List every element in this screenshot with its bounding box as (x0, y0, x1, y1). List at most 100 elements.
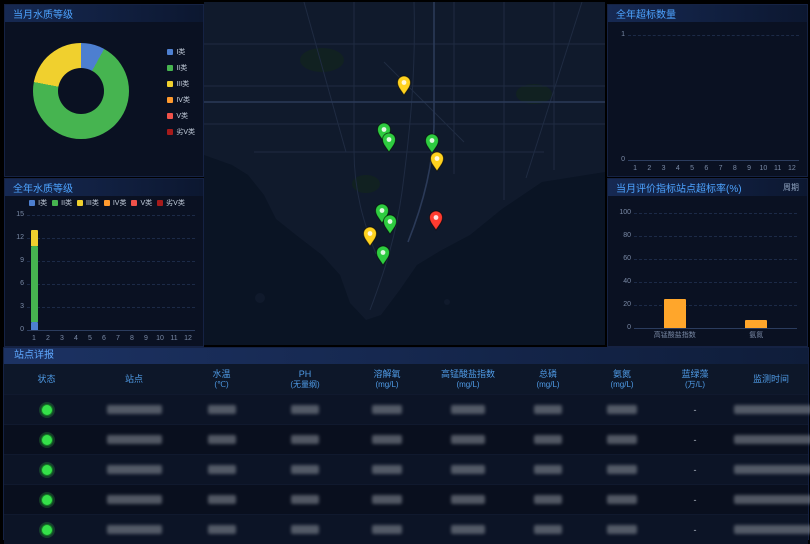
gridline (27, 261, 195, 262)
redacted-value (534, 405, 562, 414)
table-cell (588, 525, 656, 534)
table-cell (508, 405, 588, 414)
table-row[interactable]: - (4, 424, 808, 454)
redacted-value (291, 435, 319, 444)
table-cell (179, 435, 264, 444)
y-axis-tick: 0 (616, 324, 631, 331)
table-cell (588, 435, 656, 444)
legend-item[interactable]: 劣V类 (167, 127, 195, 137)
period-toggle[interactable]: 周期 (783, 182, 807, 193)
exceedance-rate-chart[interactable]: 020406080100高锰酸盐指数氨氮 (634, 213, 797, 328)
table-cell (428, 405, 508, 414)
table-cell (734, 465, 810, 474)
monthly-grade-donut-chart[interactable] (33, 43, 129, 139)
x-axis-tick: 5 (690, 165, 694, 172)
redacted-value (734, 495, 810, 504)
chart-bar[interactable] (664, 299, 686, 328)
x-axis-tick: 3 (662, 165, 666, 172)
annual-grade-chart[interactable]: 03691215123456789101112 (27, 215, 195, 330)
legend-item[interactable]: I类 (167, 47, 195, 57)
table-cell (89, 465, 179, 474)
table-cell (4, 404, 89, 416)
legend-item[interactable]: V类 (167, 111, 195, 121)
algae-value: - (656, 495, 734, 505)
table-cell (264, 495, 346, 504)
gridline (634, 236, 797, 237)
status-indicator (41, 464, 53, 476)
legend-label: 劣V类 (176, 127, 195, 137)
annual-exceedance-chart[interactable]: 01123456789101112 (628, 35, 799, 160)
x-axis-tick: 2 (46, 335, 50, 342)
table-cell (179, 405, 264, 414)
legend-item[interactable]: IV类 (167, 95, 195, 105)
redacted-value (372, 405, 402, 414)
redacted-value (208, 495, 236, 504)
chart-bar[interactable] (745, 320, 767, 328)
panel-header: 当月水质等级 (5, 5, 203, 22)
table-cell (428, 435, 508, 444)
table-cell (4, 494, 89, 506)
legend-item[interactable]: II类 (52, 198, 72, 208)
table-row[interactable]: - (4, 454, 808, 484)
status-indicator (41, 434, 53, 446)
panel-title: 全年水质等级 (5, 180, 73, 195)
redacted-value (372, 525, 402, 534)
chart-bar[interactable] (31, 322, 38, 330)
legend-item[interactable]: IV类 (104, 198, 127, 208)
gridline (634, 328, 797, 329)
x-axis-tick: 1 (633, 165, 637, 172)
redacted-value (734, 465, 810, 474)
gridline (27, 307, 195, 308)
x-axis-tick: 12 (184, 335, 192, 342)
gridline (27, 238, 195, 239)
legend-swatch (29, 200, 35, 206)
column-header: 状态 (4, 374, 89, 385)
redacted-value (451, 435, 485, 444)
redacted-value (107, 405, 162, 414)
panel-title: 全年超标数量 (608, 6, 676, 21)
table-header-row: 状态站点水温(℃)PH(无量纲)溶解氧(mg/L)高锰酸盐指数(mg/L)总磷(… (4, 364, 808, 394)
table-cell (734, 405, 810, 414)
chart-bar[interactable] (31, 230, 38, 245)
redacted-value (107, 435, 162, 444)
redacted-value (372, 435, 402, 444)
x-axis-tick: 10 (759, 165, 767, 172)
table-row[interactable]: - (4, 484, 808, 514)
legend-item[interactable]: III类 (77, 198, 99, 208)
x-axis-tick: 12 (788, 165, 796, 172)
redacted-value (451, 405, 485, 414)
legend-swatch (157, 200, 163, 206)
x-axis-tick: 2 (647, 165, 651, 172)
panel-title: 当月评价指标站点超标率(%) (608, 180, 742, 195)
y-axis-tick: 20 (616, 301, 631, 308)
table-cell (346, 465, 428, 474)
column-header: 高锰酸盐指数(mg/L) (428, 369, 508, 389)
panel-header: 当月评价指标站点超标率(%) 周期 (608, 179, 807, 196)
legend-item[interactable]: II类 (167, 63, 195, 73)
redacted-value (534, 435, 562, 444)
column-header: 总磷(mg/L) (508, 369, 588, 389)
y-axis-tick: 3 (9, 303, 24, 310)
redacted-value (607, 435, 637, 444)
column-header: 氨氮(mg/L) (588, 369, 656, 389)
chart-bar[interactable] (31, 246, 38, 323)
legend-item[interactable]: 劣V类 (157, 198, 185, 208)
redacted-value (291, 405, 319, 414)
column-header: 监测时间 (734, 374, 808, 385)
redacted-value (534, 465, 562, 474)
x-axis-tick: 7 (116, 335, 120, 342)
x-axis-tick: 高锰酸盐指数 (654, 330, 696, 340)
legend-item[interactable]: V类 (131, 198, 152, 208)
table-row[interactable]: - (4, 394, 808, 424)
legend-swatch (167, 65, 173, 71)
station-map[interactable] (204, 2, 605, 345)
legend-item[interactable]: I类 (29, 198, 47, 208)
x-axis-tick: 6 (102, 335, 106, 342)
legend-item[interactable]: III类 (167, 79, 195, 89)
redacted-value (607, 525, 637, 534)
x-axis-tick: 11 (774, 165, 781, 172)
table-cell (508, 525, 588, 534)
legend-swatch (77, 200, 83, 206)
table-cell (4, 524, 89, 536)
gridline (634, 259, 797, 260)
